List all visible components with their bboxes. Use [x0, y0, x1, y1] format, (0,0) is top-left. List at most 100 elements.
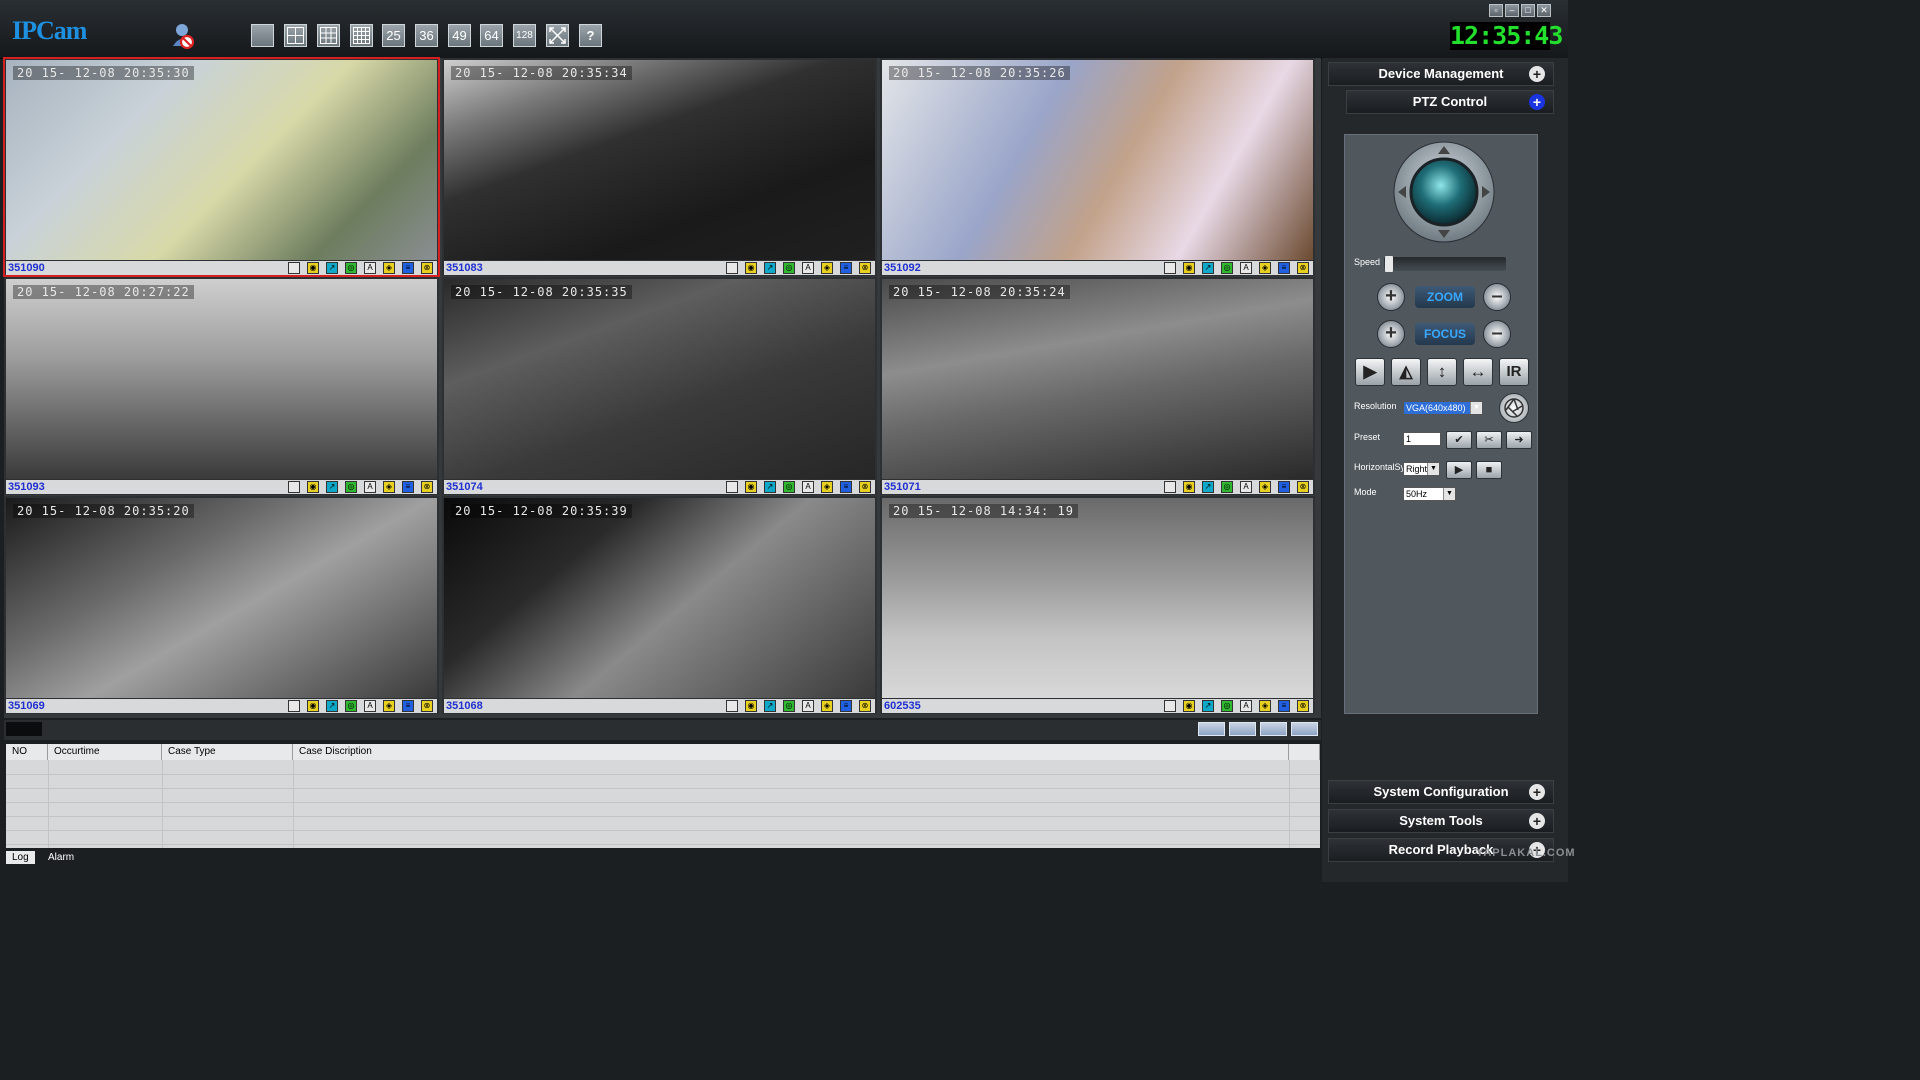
tab-log[interactable]: Log — [6, 851, 35, 864]
layout-64-button[interactable]: 64 — [480, 24, 503, 47]
talk-icon[interactable]: ↗ — [764, 700, 776, 712]
settings-icon[interactable]: ◈ — [1259, 700, 1271, 712]
snapshot-icon[interactable]: ◎ — [783, 262, 795, 274]
camera-video-feed[interactable]: 20 15- 12-08 20:35:26 — [882, 60, 1313, 260]
snapshot-icon[interactable]: ◎ — [1221, 700, 1233, 712]
start-button[interactable]: ▶ — [1446, 461, 1472, 479]
expand-icon[interactable]: + — [1529, 784, 1545, 800]
close-stream-icon[interactable]: ⊗ — [1297, 481, 1309, 493]
close-stream-icon[interactable]: ⊗ — [859, 700, 871, 712]
zoom-in-button[interactable]: + — [1377, 283, 1405, 311]
layout-16-button[interactable] — [350, 24, 373, 47]
camera-cell[interactable]: 20 15- 12-08 20:35:30 351090 ◉ ↗ ◎ A ◈ ≡ ⊗ — [3, 57, 440, 277]
close-stream-icon[interactable]: ⊗ — [1297, 700, 1309, 712]
audio-icon[interactable]: ◉ — [745, 700, 757, 712]
snapshot-icon[interactable]: ◎ — [1221, 481, 1233, 493]
settings-icon[interactable]: ◈ — [1259, 481, 1271, 493]
audio-icon[interactable]: ◉ — [745, 481, 757, 493]
column-header-no[interactable]: NO — [6, 744, 48, 760]
tab-alarm[interactable]: Alarm — [42, 851, 80, 864]
snapshot-icon[interactable]: ◎ — [783, 700, 795, 712]
clear-log-icon[interactable] — [1291, 722, 1318, 736]
snapshot-aperture-icon[interactable] — [1499, 393, 1529, 423]
close-icon[interactable]: ✕ — [1537, 4, 1551, 17]
settings-icon[interactable]: ◈ — [383, 700, 395, 712]
text-overlay-icon[interactable]: A — [1240, 262, 1252, 274]
column-header-case-description[interactable]: Case Discription — [293, 744, 1289, 760]
text-overlay-icon[interactable]: A — [802, 700, 814, 712]
record-toggle-icon[interactable] — [1164, 481, 1176, 493]
talk-icon[interactable]: ↗ — [1202, 262, 1214, 274]
layout-49-button[interactable]: 49 — [448, 24, 471, 47]
close-stream-icon[interactable]: ⊗ — [421, 481, 433, 493]
text-overlay-icon[interactable]: A — [802, 481, 814, 493]
speed-slider-thumb[interactable] — [1385, 256, 1393, 272]
column-header-case-type[interactable]: Case Type — [162, 744, 293, 760]
collapse-icon[interactable]: + — [1529, 94, 1545, 110]
import-icon[interactable] — [1260, 722, 1287, 736]
text-overlay-icon[interactable]: A — [1240, 700, 1252, 712]
device-management-header[interactable]: Device Management + — [1328, 62, 1554, 86]
settings-icon[interactable]: ◈ — [821, 481, 833, 493]
column-header-occurtime[interactable]: Occurtime — [48, 744, 162, 760]
talk-icon[interactable]: ↗ — [326, 700, 338, 712]
camera-cell[interactable]: 20 15- 12-08 20:35:24 351071 ◉ ↗ ◎ A ◈ ≡ ⊗ — [880, 277, 1315, 495]
stop-button[interactable]: ■ — [1476, 461, 1502, 479]
horizontal-sync-select[interactable]: Right ▼ — [1403, 462, 1440, 476]
snapshot-icon[interactable]: ◎ — [783, 481, 795, 493]
layout-128-button[interactable]: 128 — [513, 24, 536, 47]
camera-cell[interactable]: 20 15- 12-08 20:35:39 351068 ◉ ↗ ◎ A ◈ ≡ ⊗ — [442, 496, 877, 714]
info-icon[interactable]: ≡ — [402, 700, 414, 712]
text-overlay-icon[interactable]: A — [364, 700, 376, 712]
record-toggle-icon[interactable] — [288, 262, 300, 274]
fullscreen-button[interactable] — [546, 24, 569, 47]
audio-icon[interactable]: ◉ — [307, 700, 319, 712]
settings-icon[interactable]: ◈ — [383, 262, 395, 274]
close-stream-icon[interactable]: ⊗ — [1297, 262, 1309, 274]
maximize-icon[interactable]: □ — [1521, 4, 1535, 17]
flip-horizontal-button[interactable]: ◭ — [1391, 358, 1421, 386]
close-stream-icon[interactable]: ⊗ — [859, 481, 871, 493]
user-logout-icon[interactable] — [170, 22, 196, 50]
resolution-select[interactable]: VGA(640x480) ▼ — [1403, 401, 1483, 415]
talk-icon[interactable]: ↗ — [326, 481, 338, 493]
settings-icon[interactable]: ◈ — [821, 262, 833, 274]
settings-icon[interactable]: ◈ — [1259, 262, 1271, 274]
camera-video-feed[interactable]: 20 15- 12-08 20:35:34 — [444, 60, 875, 260]
help-button[interactable]: ? — [579, 24, 602, 47]
camera-video-feed[interactable]: 20 15- 12-08 20:35:24 — [882, 279, 1313, 479]
text-overlay-icon[interactable]: A — [1240, 481, 1252, 493]
camera-cell[interactable]: 20 15- 12-08 20:35:35 351074 ◉ ↗ ◎ A ◈ ≡ ⊗ — [442, 277, 877, 495]
camera-video-feed[interactable]: 20 15- 12-08 20:35:39 — [444, 498, 875, 698]
audio-icon[interactable]: ◉ — [1183, 262, 1195, 274]
record-toggle-icon[interactable] — [726, 700, 738, 712]
ptz-control-header[interactable]: PTZ Control + — [1346, 90, 1554, 114]
audio-icon[interactable]: ◉ — [1183, 481, 1195, 493]
camera-cell[interactable]: 20 15- 12-08 20:35:20 351069 ◉ ↗ ◎ A ◈ ≡ ⊗ — [4, 496, 439, 714]
record-toggle-icon[interactable] — [288, 481, 300, 493]
close-stream-icon[interactable]: ⊗ — [859, 262, 871, 274]
record-toggle-icon[interactable] — [1164, 700, 1176, 712]
talk-icon[interactable]: ↗ — [326, 262, 338, 274]
mode-select[interactable]: 50Hz ▼ — [1403, 487, 1456, 501]
set-preset-button[interactable]: ✔ — [1446, 431, 1472, 449]
info-icon[interactable]: ≡ — [840, 481, 852, 493]
text-overlay-icon[interactable]: A — [802, 262, 814, 274]
info-icon[interactable]: ≡ — [402, 262, 414, 274]
focus-out-button[interactable]: – — [1483, 320, 1511, 348]
ir-button[interactable]: IR — [1499, 358, 1529, 386]
record-toggle-icon[interactable] — [726, 262, 738, 274]
system-tools-header[interactable]: System Tools + — [1328, 809, 1554, 833]
info-icon[interactable]: ≡ — [402, 481, 414, 493]
camera-video-feed[interactable]: 20 15- 12-08 20:35:35 — [444, 279, 875, 479]
zoom-out-button[interactable]: – — [1483, 283, 1511, 311]
info-icon[interactable]: ≡ — [1278, 700, 1290, 712]
talk-icon[interactable]: ↗ — [1202, 700, 1214, 712]
record-toggle-icon[interactable] — [726, 481, 738, 493]
camera-cell[interactable]: 20 15- 12-08 20:27:22 351093 ◉ ↗ ◎ A ◈ ≡ ⊗ — [4, 277, 439, 495]
record-icon[interactable] — [1198, 722, 1225, 736]
expand-icon[interactable]: + — [1529, 813, 1545, 829]
settings-icon[interactable]: ◈ — [383, 481, 395, 493]
vertical-patrol-button[interactable]: ↕ — [1427, 358, 1457, 386]
snapshot-icon[interactable]: ◎ — [345, 700, 357, 712]
